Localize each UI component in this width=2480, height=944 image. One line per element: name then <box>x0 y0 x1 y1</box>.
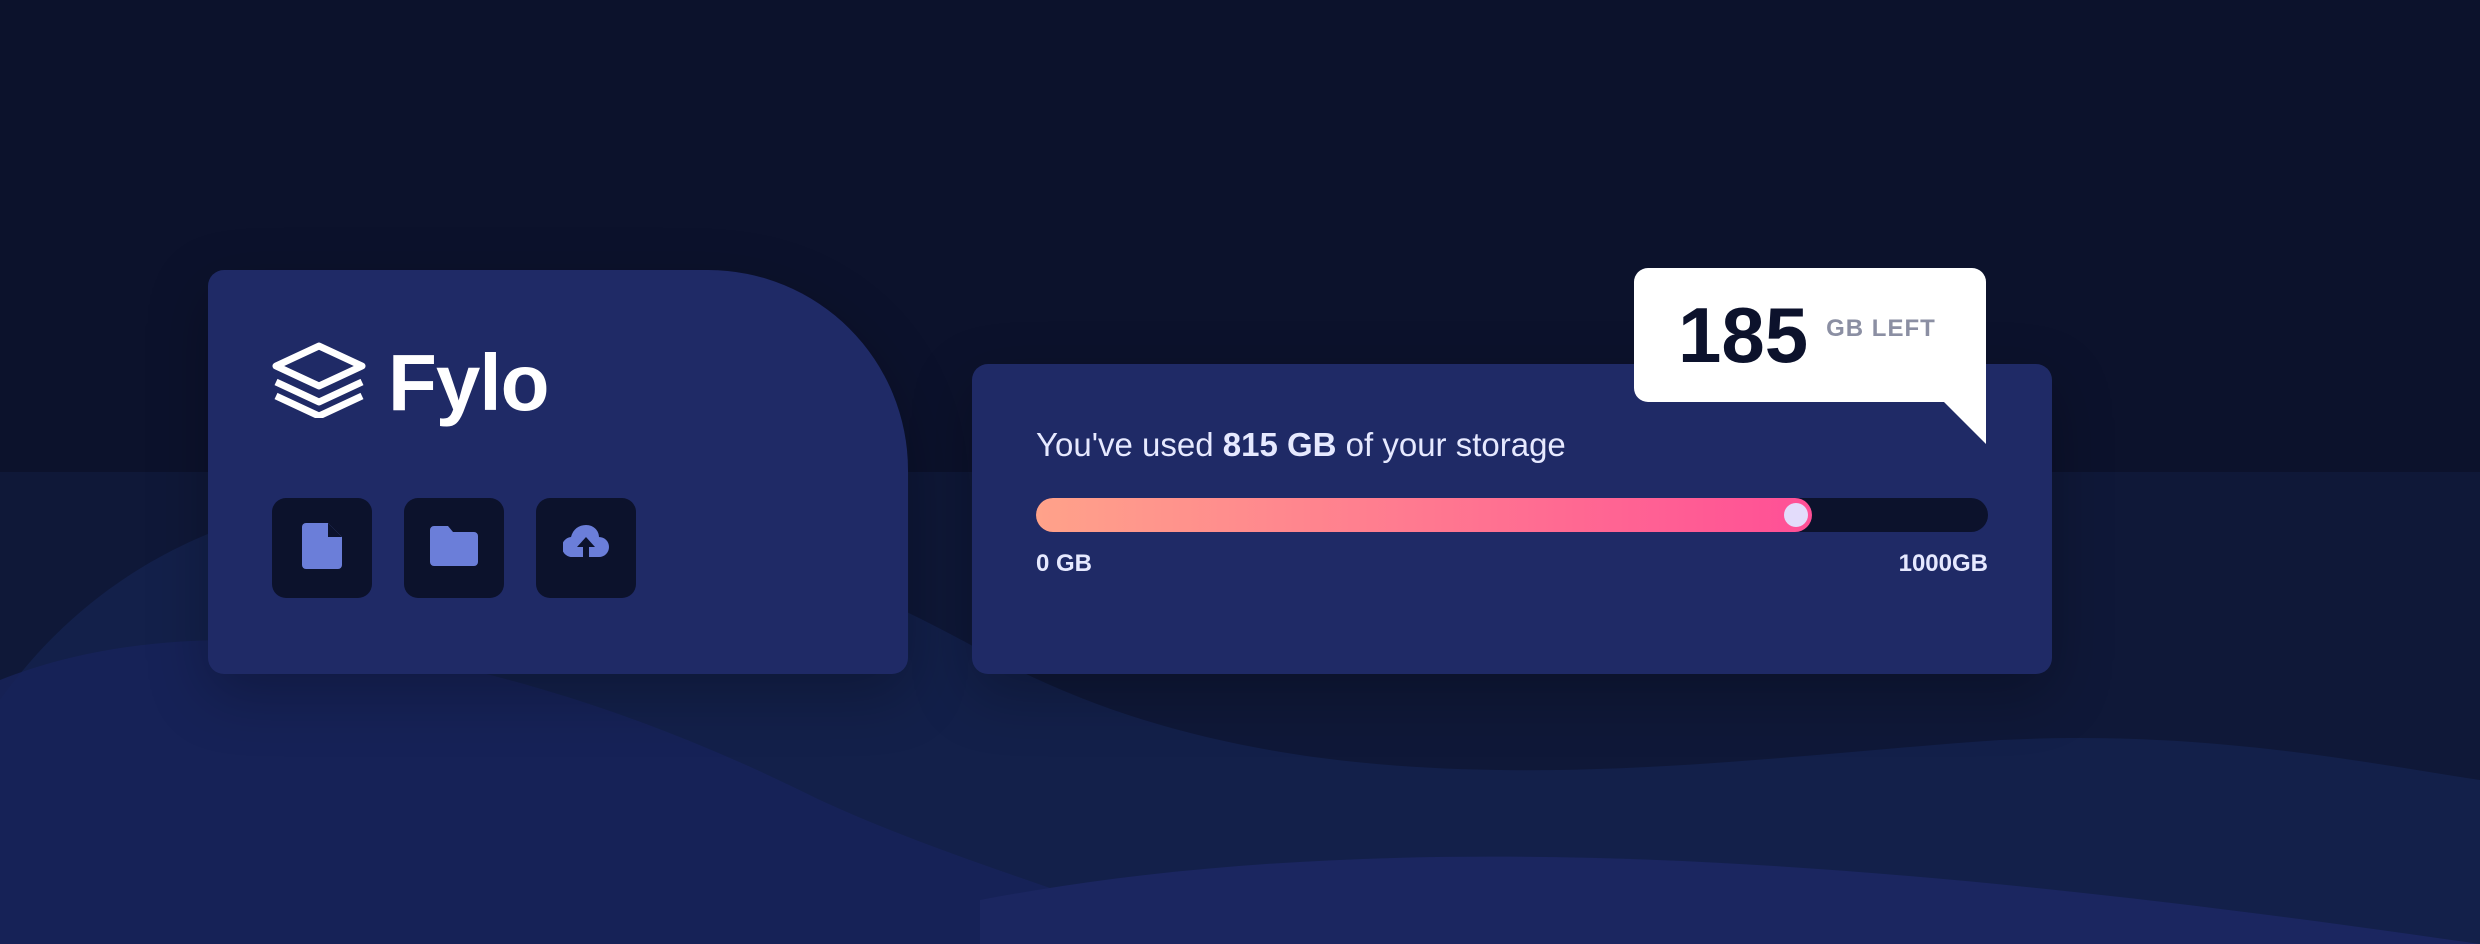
usage-text: You've used 815 GB of your storage <box>1036 428 1566 461</box>
page-background: Fylo You've used 815 GB of your storage … <box>0 0 2480 944</box>
scale-max-label: 1000GB <box>1898 550 1988 577</box>
progress-knob <box>1783 503 1808 527</box>
folder-icon <box>430 525 478 571</box>
upload-icon <box>561 524 609 572</box>
usage-suffix: of your storage <box>1336 426 1566 463</box>
storage-card: You've used 815 GB of your storage 0 GB … <box>972 364 2052 674</box>
remaining-value: 185 <box>1678 291 1809 379</box>
document-icon <box>302 522 342 574</box>
scale-min-label: 0 GB <box>1036 550 1093 577</box>
remaining-callout: 185 GB LEFT <box>1634 268 1986 402</box>
callout-tail <box>1942 400 1986 444</box>
upload-button[interactable] <box>536 498 636 598</box>
remaining-unit: GB LEFT <box>1826 315 1936 342</box>
logo: Fylo <box>272 337 549 427</box>
folder-button[interactable] <box>404 498 504 598</box>
usage-prefix: You've used <box>1036 426 1223 463</box>
storage-progress-bar <box>1036 498 1988 532</box>
stacked-layers-icon <box>272 342 366 423</box>
brand-name: Fylo <box>388 337 549 427</box>
storage-progress-fill <box>1036 498 1812 532</box>
action-icons <box>272 498 636 598</box>
document-button[interactable] <box>272 498 372 598</box>
used-amount: 815 GB <box>1222 426 1337 463</box>
brand-card: Fylo <box>208 270 908 674</box>
